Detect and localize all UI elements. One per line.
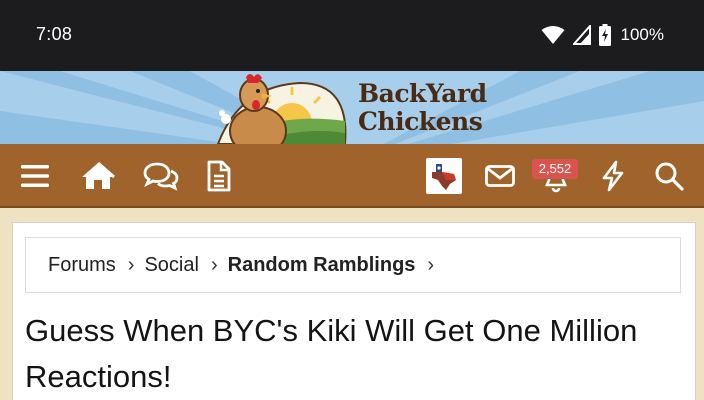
new-posts-button[interactable]: [199, 156, 239, 196]
chevron-right-icon: ›: [427, 253, 435, 276]
status-time: 7:08: [36, 24, 73, 44]
menu-icon: [21, 165, 49, 187]
status-icons: 100%: [541, 22, 664, 48]
status-bar: 7:08 100%: [0, 0, 704, 71]
avatar[interactable]: [426, 158, 462, 194]
menu-button[interactable]: [15, 156, 55, 196]
chat-bubbles-icon: [143, 162, 179, 191]
battery-percent: 100%: [620, 25, 664, 44]
lightning-icon: [602, 160, 624, 192]
chevron-right-icon: ›: [127, 253, 135, 276]
mail-icon: [485, 165, 515, 187]
signal-icon: [572, 25, 591, 45]
main-navbar: [0, 144, 704, 208]
thread-title: Guess When BYC's Kiki Will Get One Milli…: [25, 313, 638, 394]
breadcrumb: Forums › Social › Random Ramblings ›: [25, 237, 681, 293]
search-icon: [655, 162, 684, 191]
battery-charging-icon: [598, 24, 611, 46]
whats-new-button[interactable]: [593, 156, 633, 196]
banner-rays-background: [0, 71, 704, 144]
site-banner[interactable]: BackYard Chickens: [0, 71, 704, 144]
logo-line-1: BackYard: [358, 79, 487, 108]
search-button[interactable]: [649, 156, 689, 196]
inbox-button[interactable]: [480, 156, 520, 196]
logo-line-2: Chickens: [358, 107, 483, 136]
home-icon: [82, 161, 115, 189]
breadcrumb-item-social[interactable]: Social: [144, 254, 198, 277]
forums-button[interactable]: [141, 156, 181, 196]
home-button[interactable]: [78, 156, 118, 196]
breadcrumb-item-forums[interactable]: Forums: [48, 254, 116, 277]
document-icon: [207, 160, 231, 192]
texas-flag-avatar-image: [428, 160, 460, 192]
alerts-count-badge: 2,552: [532, 159, 578, 179]
breadcrumb-item-random-ramblings[interactable]: Random Ramblings: [228, 254, 416, 277]
site-logo[interactable]: BackYard Chickens: [358, 80, 498, 136]
wifi-icon: [541, 26, 565, 44]
chevron-right-icon: ›: [210, 253, 218, 276]
